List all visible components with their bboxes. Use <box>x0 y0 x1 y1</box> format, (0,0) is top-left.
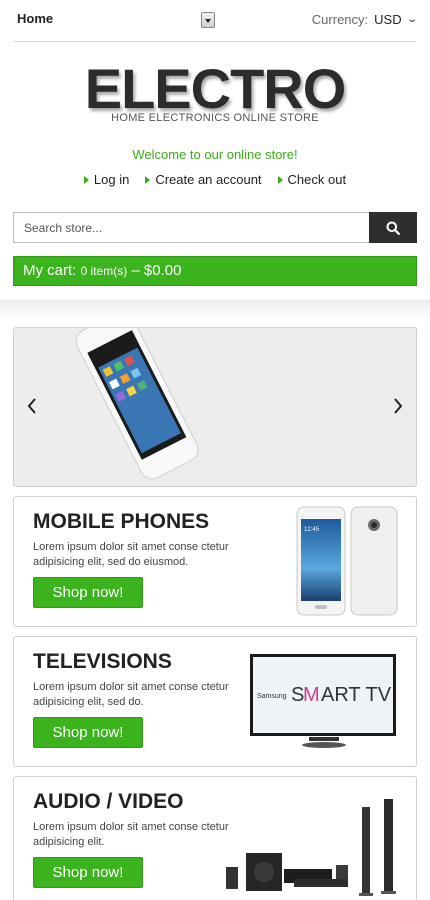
shop-now-button[interactable]: Shop now! <box>33 577 143 608</box>
header-shadow <box>0 300 430 320</box>
home-link[interactable]: Home <box>17 11 53 26</box>
chevron-down-icon[interactable]: ⌄ <box>406 14 418 25</box>
top-bar: Home Currency: USD ⌄ <box>14 0 418 42</box>
banner-televisions[interactable]: TELEVISIONS Lorem ipsum dolor sit amet c… <box>13 636 417 767</box>
tv-brand: Samsung <box>257 693 287 700</box>
welcome-message: Welcome to our online store! <box>132 147 298 162</box>
link-arrow-icon <box>145 175 151 184</box>
create-account-link[interactable]: Create an account <box>145 172 262 187</box>
currency-value[interactable]: USD <box>374 12 401 27</box>
currency-label: Currency: <box>311 12 369 27</box>
search-bar <box>13 212 417 243</box>
slider-prev-icon[interactable] <box>27 398 37 419</box>
shop-now-button[interactable]: Shop now! <box>33 717 143 748</box>
login-link-label: Log in <box>93 172 130 187</box>
slide-phone-image <box>75 328 199 480</box>
search-input[interactable] <box>13 212 369 243</box>
tv-text-m: M <box>303 684 320 706</box>
banner-description: Lorem ipsum dolor sit amet conse ctetur … <box>33 541 229 568</box>
banner-audio-video[interactable]: AUDIO / VIDEO Lorem ipsum dolor sit amet… <box>13 776 417 900</box>
checkout-link[interactable]: Check out <box>277 172 347 187</box>
banner-title: AUDIO / VIDEO <box>33 790 184 813</box>
cart-total: $0.00 <box>143 262 182 279</box>
search-button[interactable] <box>369 212 417 243</box>
cart-items: 0 item(s) <box>80 264 128 278</box>
banner-description: Lorem ipsum dolor sit amet conse ctetur … <box>33 681 229 708</box>
home-theater-image <box>226 799 396 896</box>
user-links: Log in Create an account Check out <box>0 172 430 187</box>
cart-label: My cart: <box>23 262 77 279</box>
banner-title: TELEVISIONS <box>33 650 172 673</box>
smartphone-image: 12:45 <box>296 506 398 616</box>
banner-mobile-phones[interactable]: MOBILE PHONES Lorem ipsum dolor sit amet… <box>13 496 417 627</box>
login-link[interactable]: Log in <box>83 172 130 187</box>
checkout-link-label: Check out <box>287 172 347 187</box>
television-image: Samsung S M ART TV <box>250 654 396 748</box>
phone-screen-time: 12:45 <box>304 527 320 533</box>
currency-switcher[interactable]: Currency: USD ⌄ <box>311 12 418 27</box>
search-icon <box>386 221 400 235</box>
cart-separator: – <box>131 262 140 279</box>
tagline: HOME ELECTRONICS ONLINE STORE <box>111 112 319 124</box>
link-arrow-icon <box>83 175 89 184</box>
hero-slider[interactable] <box>13 327 417 487</box>
banner-description: Lorem ipsum dolor sit amet conse ctetur … <box>33 821 229 848</box>
tv-text-art: ART TV <box>321 684 392 706</box>
banner-title: MOBILE PHONES <box>33 510 210 533</box>
cart-summary[interactable]: My cart: 0 item(s) – $0.00 <box>13 256 417 286</box>
nav-select[interactable] <box>201 12 215 28</box>
slider-next-icon[interactable] <box>393 398 403 419</box>
select-arrow-icon <box>205 19 211 23</box>
link-arrow-icon <box>277 175 283 184</box>
logo-block[interactable]: ELECTRO HOME ELECTRONICS ONLINE STORE <box>0 58 430 125</box>
create-account-link-label: Create an account <box>155 172 262 187</box>
shop-now-button[interactable]: Shop now! <box>33 857 143 888</box>
logo[interactable]: ELECTRO <box>0 58 430 120</box>
